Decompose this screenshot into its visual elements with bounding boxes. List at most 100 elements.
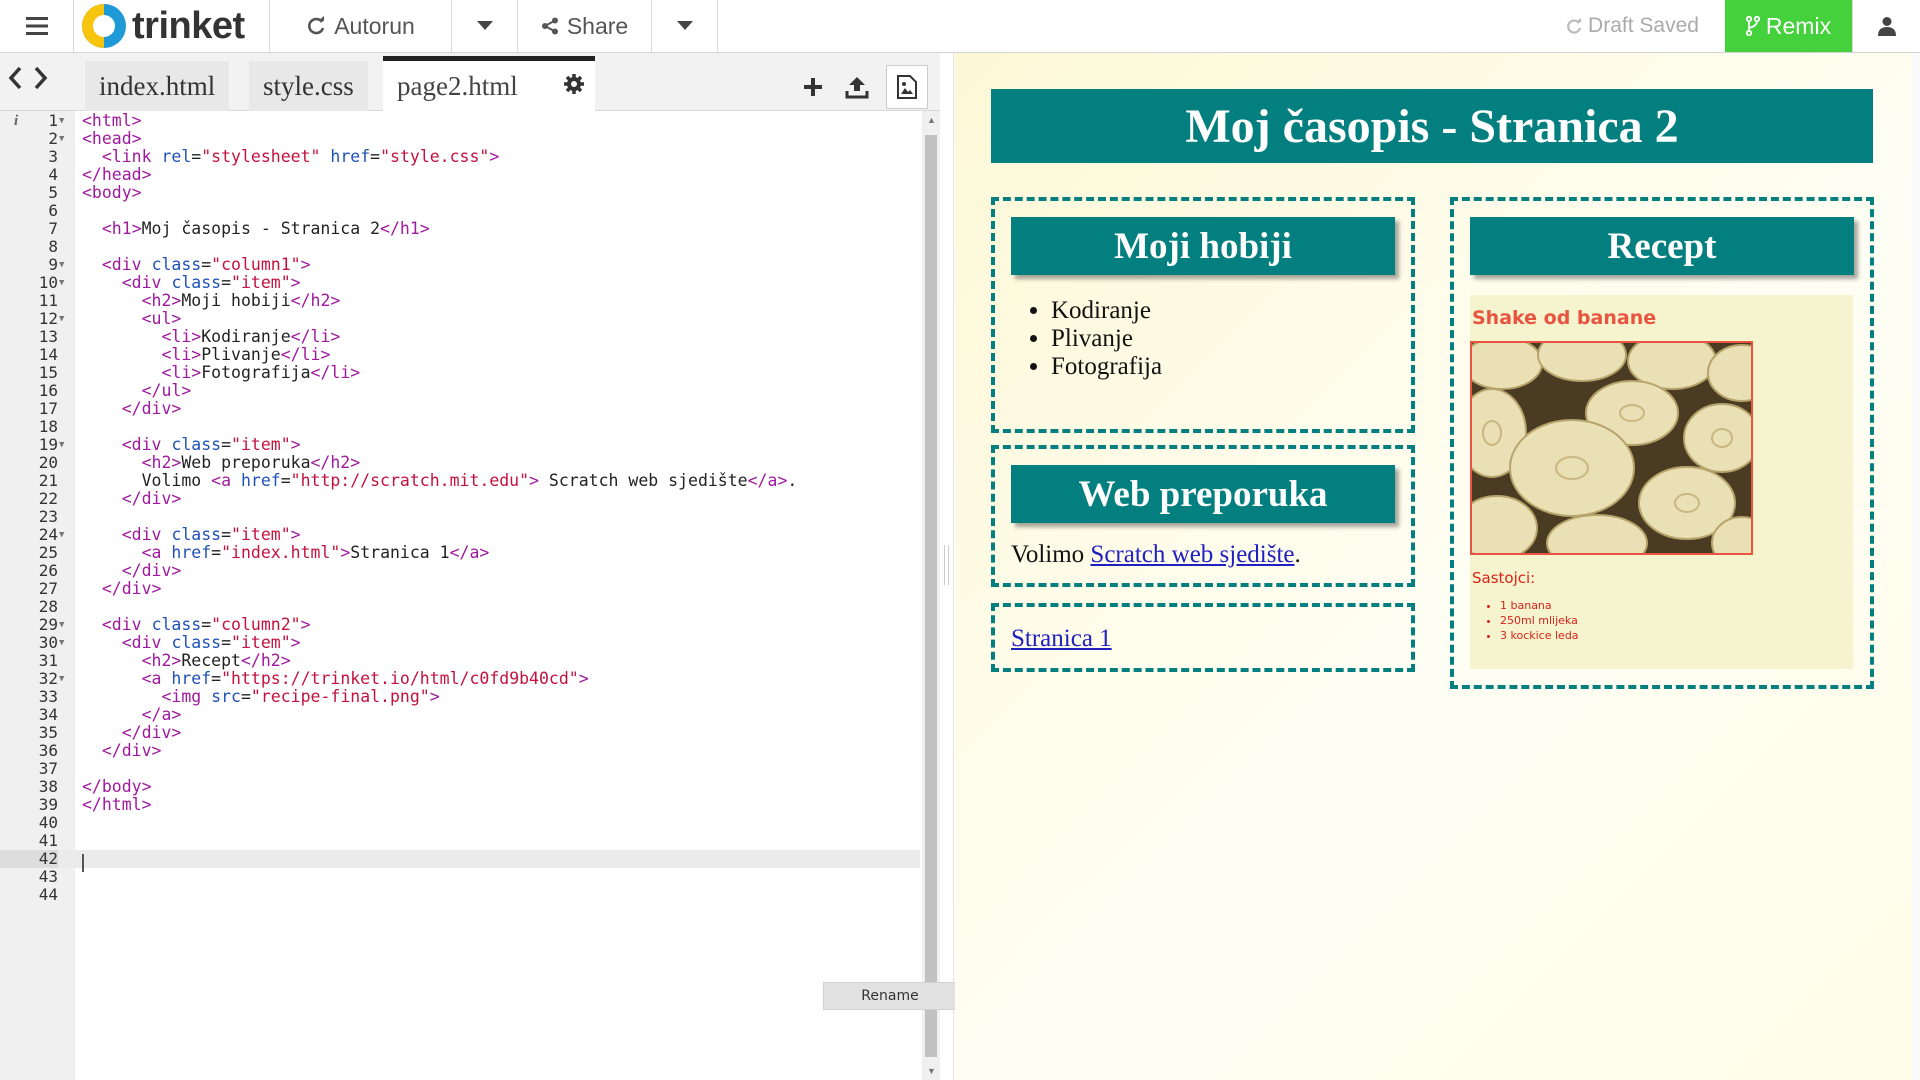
code-line[interactable]: 36 </div>	[0, 742, 920, 760]
code-area[interactable]: i 1 ▼ <html> 2 ▼ <head> 3 <link rel="styleshee…	[0, 111, 920, 1080]
chevron-right-icon[interactable]	[32, 65, 50, 91]
share-icon	[541, 17, 558, 35]
fold-arrow-icon[interactable]: ▼	[59, 274, 64, 292]
code-text: <div class="item">	[121, 273, 301, 292]
stranica-1-link[interactable]: Stranica 1	[1011, 625, 1112, 653]
code-line[interactable]: 35 </div>	[0, 724, 920, 742]
line-number: 18	[38, 417, 58, 436]
rename-button[interactable]: Rename	[824, 983, 956, 1009]
fold-arrow-icon[interactable]: ▼	[59, 130, 64, 148]
code-line[interactable]: 43	[0, 868, 920, 886]
fold-arrow-icon[interactable]: ▼	[59, 634, 64, 652]
code-line[interactable]: 25 <a href="index.html">Stranica 1</a>	[0, 544, 920, 562]
code-text: </div>	[121, 399, 182, 418]
code-line[interactable]: 9 ▼ <div class="column1">	[0, 256, 920, 274]
code-line[interactable]: 23	[0, 508, 920, 526]
logo-text: trinket	[132, 4, 245, 47]
code-line[interactable]: 28	[0, 598, 920, 616]
draft-status: Draft Saved	[1540, 0, 1725, 52]
code-text: <h2>Moji hobiji</h2>	[141, 291, 341, 310]
code-line[interactable]: 38 </body>	[0, 778, 920, 796]
code-line[interactable]: 26 </div>	[0, 562, 920, 580]
code-line[interactable]: 32 ▼ <a href="https://trinket.io/html/c0f…	[0, 670, 920, 688]
code-line[interactable]: 19 ▼ <div class="item">	[0, 436, 920, 454]
tab-style-css[interactable]: style.css	[249, 61, 368, 111]
code-line[interactable]: 33 <img src="recipe-final.png">	[0, 688, 920, 706]
share-label: Share	[566, 12, 629, 39]
recipe-image-link[interactable]: Shake od banane Sastojci: • 1 banana • 2…	[1470, 295, 1853, 669]
fold-arrow-icon[interactable]: ▼	[59, 112, 64, 130]
fold-arrow-icon[interactable]: ▼	[59, 310, 64, 328]
code-line[interactable]: 15 <li>Fotografija</li>	[0, 364, 920, 382]
code-line[interactable]: 10 ▼ <div class="item">	[0, 274, 920, 292]
draft-status-label: Draft Saved	[1588, 14, 1699, 37]
code-line[interactable]: 24 ▼ <div class="item">	[0, 526, 920, 544]
code-line[interactable]: 41	[0, 832, 920, 850]
code-line[interactable]: 3 <link rel="stylesheet" href="style.css…	[0, 148, 920, 166]
code-line[interactable]: 13 <li>Kodiranje</li>	[0, 328, 920, 346]
code-line[interactable]: 37	[0, 760, 920, 778]
image-file-icon	[897, 75, 917, 99]
code-line[interactable]: 18	[0, 418, 920, 436]
pane-splitter[interactable]	[940, 53, 954, 1080]
editor-scrollbar[interactable]: ▲ ▼	[922, 111, 940, 1080]
code-text: </div>	[121, 489, 182, 508]
code-line[interactable]: 4 </head>	[0, 166, 920, 184]
autorun-dropdown-button[interactable]	[452, 0, 518, 52]
add-file-button[interactable]	[798, 72, 828, 102]
code-line[interactable]: 6	[0, 202, 920, 220]
trinket-logo[interactable]: trinket	[74, 0, 270, 52]
upload-file-button[interactable]	[842, 72, 872, 102]
gear-icon[interactable]	[563, 73, 585, 95]
chevron-left-icon[interactable]	[6, 65, 24, 91]
code-line[interactable]: 34 </a>	[0, 706, 920, 724]
tab-page2-html[interactable]: page2.html	[383, 56, 595, 111]
autorun-button[interactable]: Autorun	[270, 0, 452, 52]
fold-arrow-icon[interactable]: ▼	[59, 436, 64, 454]
tab-index-html[interactable]: index.html	[85, 61, 230, 111]
code-line[interactable]: 44	[0, 886, 920, 904]
line-number: 36	[38, 741, 58, 760]
code-line[interactable]: 7 <h1>Moj časopis - Stranica 2</h1>	[0, 220, 920, 238]
code-line[interactable]: 11 <h2>Moji hobiji</h2>	[0, 292, 920, 310]
fold-arrow-icon[interactable]: ▼	[59, 526, 64, 544]
code-line[interactable]: 20 <h2>Web preporuka</h2>	[0, 454, 920, 472]
image-library-button[interactable]	[886, 65, 928, 109]
code-line[interactable]: 39 </html>	[0, 796, 920, 814]
code-line[interactable]: 2 ▼ <head>	[0, 130, 920, 148]
user-menu-button[interactable]	[1852, 0, 1920, 52]
scratch-link[interactable]: Scratch web sjedište	[1090, 541, 1294, 568]
share-button[interactable]: Share	[518, 0, 652, 52]
menu-button[interactable]	[0, 0, 74, 52]
code-line[interactable]: 16 </ul>	[0, 382, 920, 400]
scrollbar-thumb[interactable]	[925, 135, 937, 1057]
fold-arrow-icon[interactable]: ▼	[59, 616, 64, 634]
preview-scrollbar[interactable]	[1912, 53, 1920, 1080]
code-line[interactable]: 12 ▼ <ul>	[0, 310, 920, 328]
splitter-grip[interactable]	[944, 545, 949, 585]
code-line[interactable]: 17 </div>	[0, 400, 920, 418]
remix-button[interactable]: Remix	[1725, 0, 1852, 52]
code-line[interactable]: 30 ▼ <div class="item">	[0, 634, 920, 652]
code-line[interactable]: 31 <h2>Recept</h2>	[0, 652, 920, 670]
fold-arrow-icon[interactable]: ▼	[59, 670, 64, 688]
code-line[interactable]: 8	[0, 238, 920, 256]
code-line[interactable]: 42	[0, 850, 920, 872]
line-number: 29	[38, 615, 58, 634]
code-line[interactable]: 1 ▼ <html>	[0, 112, 920, 130]
share-dropdown-button[interactable]	[652, 0, 718, 52]
autorun-label: Autorun	[334, 12, 415, 39]
code-line[interactable]: 21 Volimo <a href="http://scratch.mit.ed…	[0, 472, 920, 490]
code-line[interactable]: 5 <body>	[0, 184, 920, 202]
tab-label: index.html	[99, 70, 216, 101]
fold-arrow-icon[interactable]: ▼	[59, 256, 64, 274]
code-line[interactable]: 27 </div>	[0, 580, 920, 598]
scroll-up-icon[interactable]: ▲	[927, 115, 936, 125]
scroll-down-icon[interactable]: ▼	[927, 1066, 936, 1076]
code-line[interactable]: 29 ▼ <div class="column2">	[0, 616, 920, 634]
code-line[interactable]: 40	[0, 814, 920, 832]
line-number: 38	[38, 777, 58, 796]
code-line[interactable]: 22 </div>	[0, 490, 920, 508]
code-line[interactable]: 14 <li>Plivanje</li>	[0, 346, 920, 364]
